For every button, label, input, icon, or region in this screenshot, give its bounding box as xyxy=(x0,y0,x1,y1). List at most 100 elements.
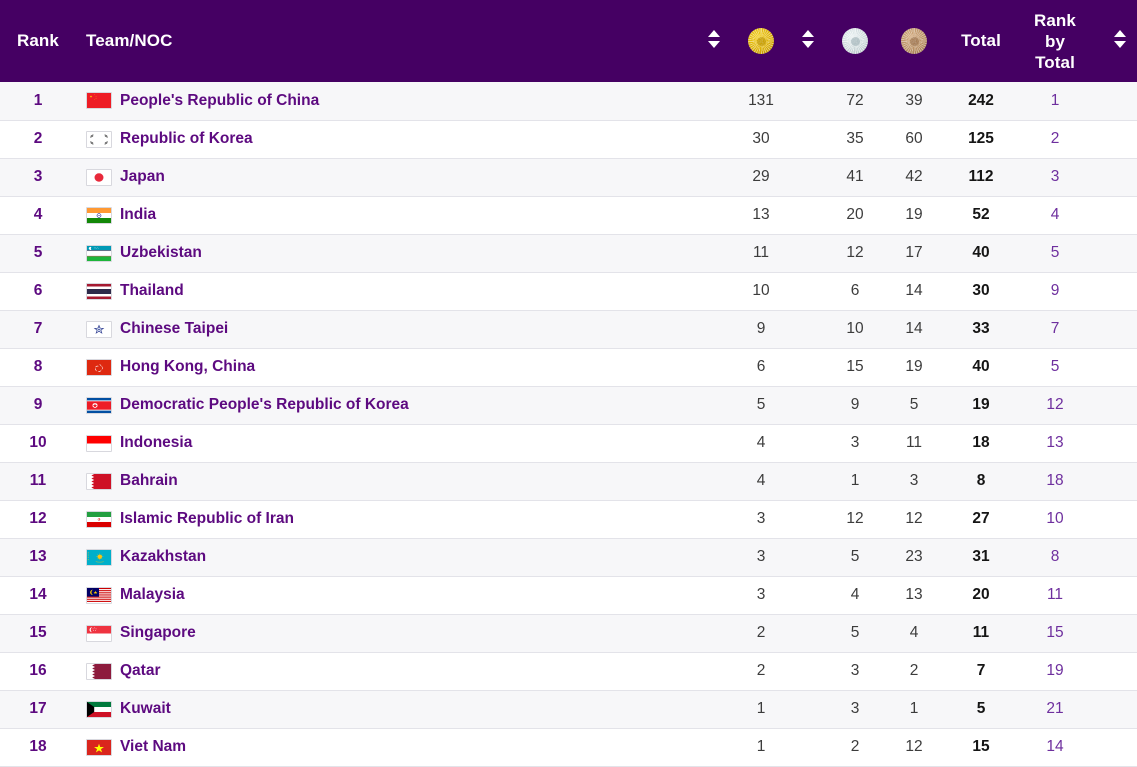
cell-gold-count: 30 xyxy=(732,120,790,158)
table-row[interactable]: 6 Thailand 10 6 14 30 9 xyxy=(0,272,1137,310)
cell-rank: 15 xyxy=(0,614,76,652)
table-row[interactable]: 4 India 13 20 19 52 4 xyxy=(0,196,1137,234)
team-name-label: Republic of Korea xyxy=(120,130,253,148)
column-header-rank[interactable]: Rank xyxy=(0,0,76,82)
column-header-rank-by-total[interactable]: Rank by Total xyxy=(1018,0,1092,82)
team-name-label: Thailand xyxy=(120,282,184,300)
cell-total-count: 18 xyxy=(944,424,1018,462)
cell-team-noc[interactable]: Democratic People's Republic of Korea xyxy=(76,386,696,424)
cell-team-noc[interactable]: Malaysia xyxy=(76,576,696,614)
cell-spacer xyxy=(790,234,826,272)
rank-by-total-line-2: by xyxy=(1018,31,1092,52)
flag-icon-hk xyxy=(86,359,112,376)
flag-icon-sg xyxy=(86,625,112,642)
cell-spacer xyxy=(790,576,826,614)
cell-rank-by-total: 9 xyxy=(1018,272,1092,310)
cell-spacer xyxy=(790,386,826,424)
cell-team-noc[interactable]: Kuwait xyxy=(76,690,696,728)
sort-arrows-icon[interactable] xyxy=(801,28,815,50)
cell-team-noc[interactable]: Republic of Korea xyxy=(76,120,696,158)
table-row[interactable]: 17 Kuwait 1 3 1 5 21 xyxy=(0,690,1137,728)
sort-arrows-icon[interactable] xyxy=(707,28,721,50)
cell-team-noc[interactable]: Bahrain xyxy=(76,462,696,500)
cell-spacer xyxy=(790,310,826,348)
sort-button-rank-by-total[interactable] xyxy=(1092,0,1137,82)
table-row[interactable]: 2 Republic of Korea xyxy=(0,120,1137,158)
cell-bronze-count: 3 xyxy=(884,462,944,500)
table-row[interactable]: 3 Japan 29 41 42 112 3 xyxy=(0,158,1137,196)
cell-team-noc[interactable]: India xyxy=(76,196,696,234)
cell-team-noc[interactable]: Indonesia xyxy=(76,424,696,462)
cell-rank-by-total: 5 xyxy=(1018,234,1092,272)
team-name-label: Democratic People's Republic of Korea xyxy=(120,396,409,414)
table-row[interactable]: 5 Uzbekistan 11 12 17 40 5 xyxy=(0,234,1137,272)
table-row[interactable]: 10 Indonesia 4 3 11 18 13 xyxy=(0,424,1137,462)
sort-arrows-icon[interactable] xyxy=(1113,28,1127,50)
cell-spacer xyxy=(1092,652,1137,690)
table-row[interactable]: 1 People's Republic of China 131 72 39 2… xyxy=(0,82,1137,120)
cell-spacer xyxy=(696,614,732,652)
table-row[interactable]: 7 Chinese Taipei 9 10 14 33 7 xyxy=(0,310,1137,348)
cell-team-noc[interactable]: Japan xyxy=(76,158,696,196)
cell-team-noc[interactable]: Kazakhstan xyxy=(76,538,696,576)
table-header: Rank Team/NOC Total Rank by Total xyxy=(0,0,1137,82)
table-row[interactable]: 14 Malaysia 3 4 13 20 11 xyxy=(0,576,1137,614)
cell-total-count: 8 xyxy=(944,462,1018,500)
cell-rank: 9 xyxy=(0,386,76,424)
cell-team-noc[interactable]: Viet Nam xyxy=(76,728,696,766)
cell-bronze-count: 4 xyxy=(884,614,944,652)
column-header-gold[interactable] xyxy=(732,0,790,82)
flag-icon-cn xyxy=(86,92,112,109)
cell-spacer xyxy=(790,652,826,690)
cell-total-count: 33 xyxy=(944,310,1018,348)
cell-spacer xyxy=(790,82,826,120)
flag-icon-id xyxy=(86,435,112,452)
cell-total-count: 112 xyxy=(944,158,1018,196)
cell-spacer xyxy=(790,158,826,196)
column-header-silver[interactable] xyxy=(826,0,884,82)
sort-button-gold[interactable] xyxy=(696,0,732,82)
table-row[interactable]: 9 Democratic People's Republic of Korea … xyxy=(0,386,1137,424)
table-row[interactable]: 8 Hong Kong, China 6 15 19 40 5 xyxy=(0,348,1137,386)
cell-rank: 4 xyxy=(0,196,76,234)
column-header-bronze[interactable] xyxy=(884,0,944,82)
table-row[interactable]: 18 Viet Nam 1 2 12 15 14 xyxy=(0,728,1137,766)
flag-icon-qa xyxy=(86,663,112,680)
cell-team-noc[interactable]: Qatar xyxy=(76,652,696,690)
column-header-team-noc[interactable]: Team/NOC xyxy=(76,0,696,82)
table-row[interactable]: 11 Bahrain 4 1 3 8 18 xyxy=(0,462,1137,500)
table-row[interactable]: 13 Kazakhstan 3 5 23 31 8 xyxy=(0,538,1137,576)
column-header-total[interactable]: Total xyxy=(944,0,1018,82)
cell-team-noc[interactable]: Hong Kong, China xyxy=(76,348,696,386)
cell-team-noc[interactable]: People's Republic of China xyxy=(76,82,696,120)
cell-silver-count: 3 xyxy=(826,424,884,462)
cell-bronze-count: 42 xyxy=(884,158,944,196)
flag-icon-my xyxy=(86,587,112,604)
cell-spacer xyxy=(696,690,732,728)
flag-icon-kz xyxy=(86,549,112,566)
cell-team-noc[interactable]: Chinese Taipei xyxy=(76,310,696,348)
header-row: Rank Team/NOC Total Rank by Total xyxy=(0,0,1137,82)
sort-button-silver[interactable] xyxy=(790,0,826,82)
cell-rank: 10 xyxy=(0,424,76,462)
cell-team-noc[interactable]: Thailand xyxy=(76,272,696,310)
cell-team-noc[interactable]: Singapore xyxy=(76,614,696,652)
cell-team-noc[interactable]: Islamic Republic of Iran xyxy=(76,500,696,538)
cell-gold-count: 1 xyxy=(732,728,790,766)
team-name-label: People's Republic of China xyxy=(120,92,319,110)
cell-rank: 5 xyxy=(0,234,76,272)
table-row[interactable]: 16 Qatar 2 3 2 7 19 xyxy=(0,652,1137,690)
cell-rank-by-total: 15 xyxy=(1018,614,1092,652)
flag-icon-ir xyxy=(86,511,112,528)
cell-rank: 1 xyxy=(0,82,76,120)
cell-team-noc[interactable]: Uzbekistan xyxy=(76,234,696,272)
cell-spacer xyxy=(790,348,826,386)
cell-bronze-count: 12 xyxy=(884,500,944,538)
table-row[interactable]: 15 Singapore 2 5 4 11 15 xyxy=(0,614,1137,652)
cell-silver-count: 3 xyxy=(826,690,884,728)
cell-spacer xyxy=(790,500,826,538)
table-row[interactable]: 12 Islamic Republic of Iran 3 12 12 27 1… xyxy=(0,500,1137,538)
cell-rank-by-total: 3 xyxy=(1018,158,1092,196)
cell-spacer xyxy=(1092,234,1137,272)
cell-rank-by-total: 7 xyxy=(1018,310,1092,348)
